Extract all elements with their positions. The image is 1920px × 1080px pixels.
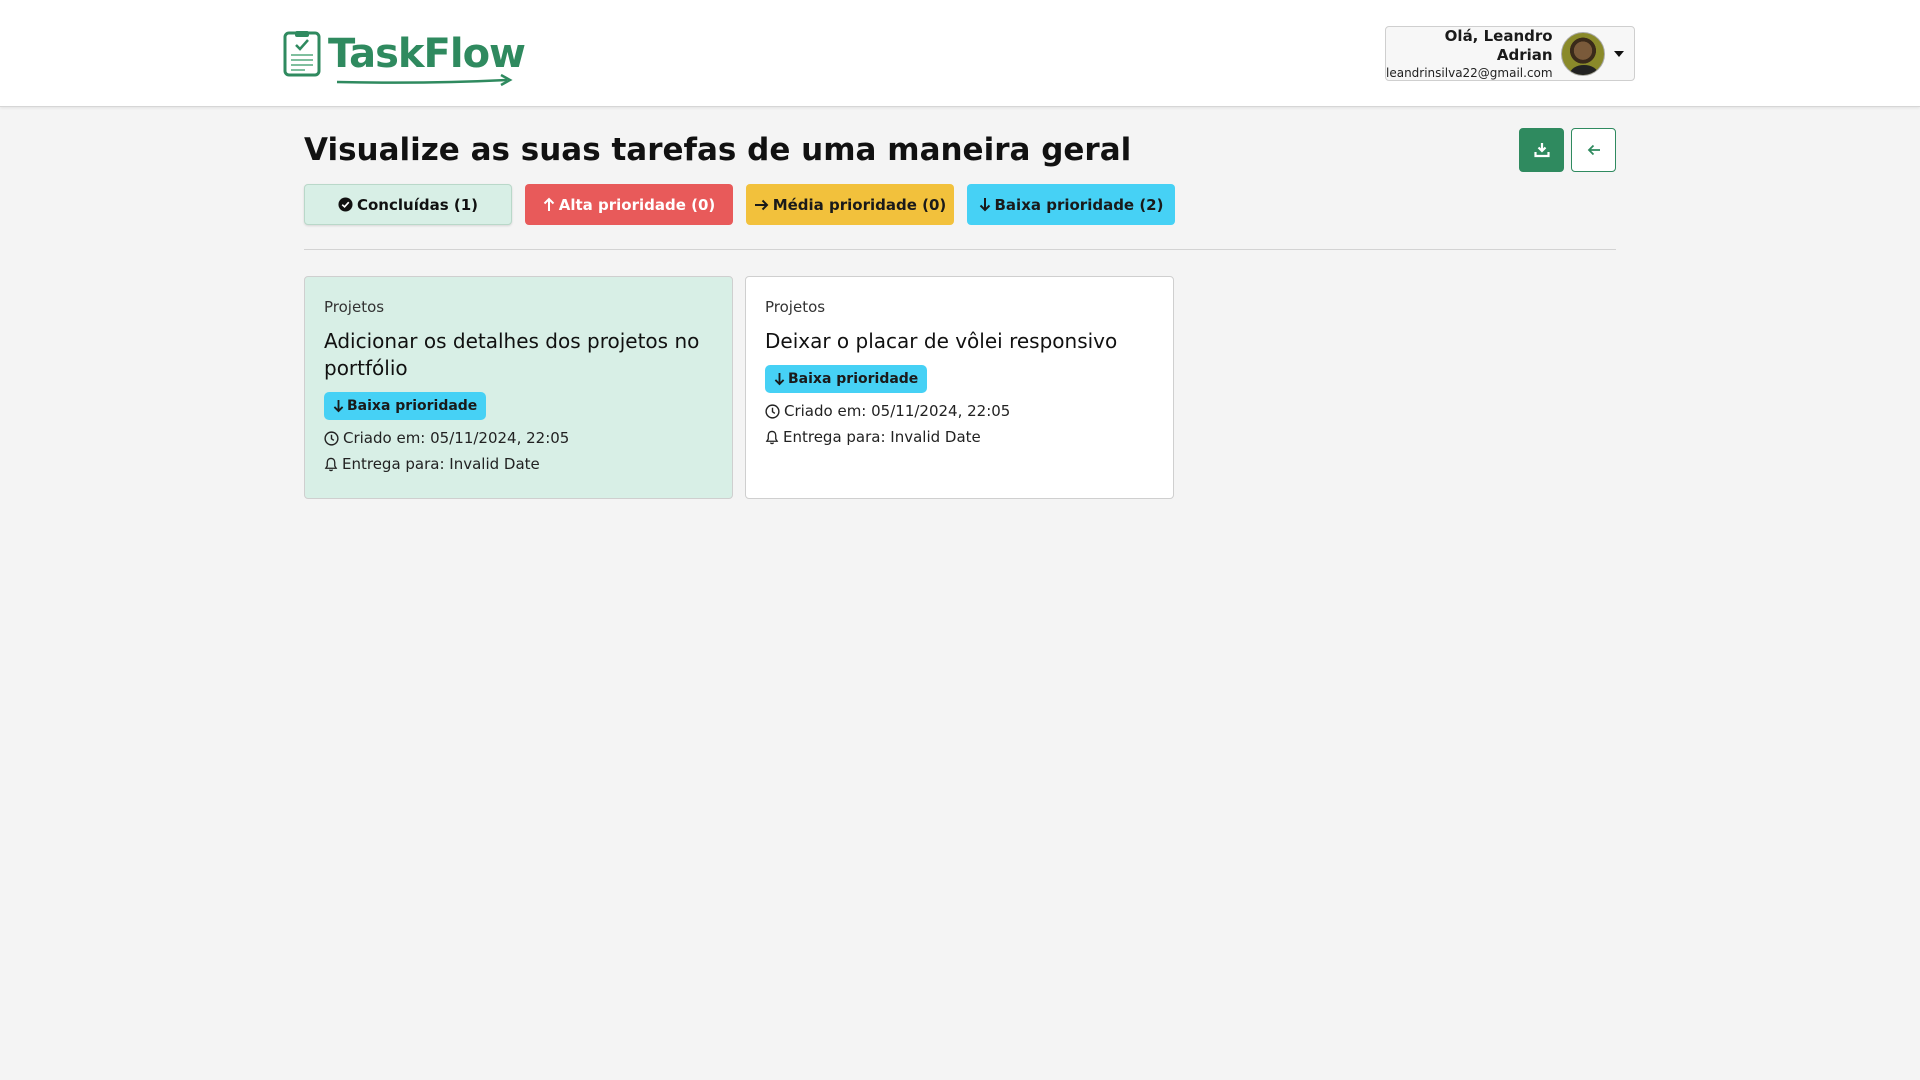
bell-icon xyxy=(324,457,338,471)
arrow-up-icon xyxy=(543,197,554,211)
download-button[interactable] xyxy=(1519,128,1564,172)
priority-label: Baixa prioridade xyxy=(788,371,919,387)
task-card[interactable]: Projetos Deixar o placar de vôlei respon… xyxy=(745,276,1174,499)
clipboard-logo-icon xyxy=(283,31,321,77)
user-info: Olá, Leandro Adrian leandrinsilva22@gmai… xyxy=(1386,27,1561,81)
filter-low-priority[interactable]: Baixa prioridade (2) xyxy=(967,184,1175,225)
arrow-left-icon xyxy=(1587,144,1600,156)
check-circle-icon xyxy=(338,197,353,212)
page-title: Visualize as suas tarefas de uma maneira… xyxy=(304,132,1132,168)
logo-swoosh-icon xyxy=(336,74,513,87)
caret-down-icon[interactable] xyxy=(1605,50,1634,58)
due-text: Entrega para: Invalid Date xyxy=(783,428,981,446)
filter-label: Baixa prioridade (2) xyxy=(994,195,1164,214)
user-menu[interactable]: Olá, Leandro Adrian leandrinsilva22@gmai… xyxy=(1385,26,1635,81)
created-text: Criado em: 05/11/2024, 22:05 xyxy=(784,402,1011,420)
filter-label: Alta prioridade (0) xyxy=(558,195,716,214)
clock-icon xyxy=(765,403,780,419)
task-due: Entrega para: Invalid Date xyxy=(765,427,1154,447)
task-due: Entrega para: Invalid Date xyxy=(324,454,713,474)
bell-icon xyxy=(765,430,779,444)
clock-icon xyxy=(324,430,339,446)
priority-label: Baixa prioridade xyxy=(347,398,478,414)
avatar[interactable] xyxy=(1560,31,1605,76)
priority-badge: Baixa prioridade xyxy=(765,365,928,393)
task-created: Criado em: 05/11/2024, 22:05 xyxy=(324,428,713,448)
logo-wordmark: TaskFlow xyxy=(328,31,526,77)
filter-completed[interactable]: Concluídas (1) xyxy=(304,184,512,225)
taskflow-logo[interactable]: TaskFlow xyxy=(283,28,526,87)
user-greeting: Olá, Leandro Adrian xyxy=(1444,26,1553,64)
priority-badge: Baixa prioridade xyxy=(324,392,487,420)
task-title: Adicionar os detalhes dos projetos no po… xyxy=(324,329,700,380)
filter-medium-priority[interactable]: Média prioridade (0) xyxy=(746,184,954,225)
back-button[interactable] xyxy=(1571,128,1616,172)
created-text: Criado em: 05/11/2024, 22:05 xyxy=(343,429,570,447)
task-category: Projetos xyxy=(324,298,385,316)
arrow-down-icon xyxy=(333,400,344,413)
top-navbar: TaskFlow Olá, Leandro Adrian leandrinsil… xyxy=(0,0,1920,107)
task-title: Deixar o placar de vôlei responsivo xyxy=(765,329,1118,353)
filter-high-priority[interactable]: Alta prioridade (0) xyxy=(525,184,733,225)
download-icon xyxy=(1533,143,1550,158)
filter-label: Concluídas (1) xyxy=(356,195,478,214)
arrow-right-icon xyxy=(754,199,769,210)
arrow-down-icon xyxy=(979,198,990,212)
task-category: Projetos xyxy=(765,298,826,316)
due-text: Entrega para: Invalid Date xyxy=(342,455,540,473)
filter-label: Média prioridade (0) xyxy=(772,195,947,214)
priority-filters: Concluídas (1) Alta prioridade (0) Média… xyxy=(304,184,1175,225)
task-created: Criado em: 05/11/2024, 22:05 xyxy=(765,401,1154,421)
arrow-down-icon xyxy=(774,373,785,386)
user-email: leandrinsilva22@gmail.com xyxy=(1386,65,1553,80)
task-card[interactable]: Projetos Adicionar os detalhes dos proje… xyxy=(304,276,733,499)
section-divider xyxy=(304,249,1616,250)
